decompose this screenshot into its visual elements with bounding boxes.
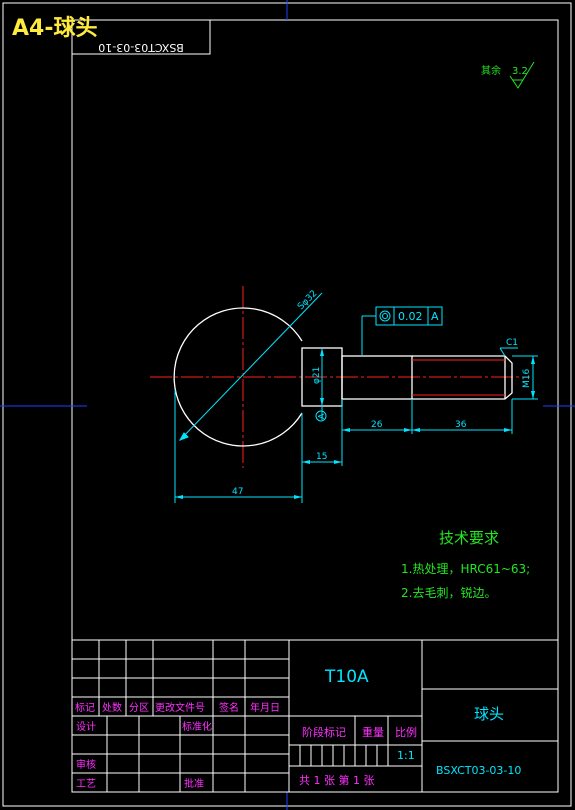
center-lines bbox=[150, 286, 530, 468]
standardize-label: 标准化 bbox=[182, 720, 212, 733]
drawing-title: A4-球头 bbox=[12, 16, 98, 41]
surface-finish-label: 其余 bbox=[481, 64, 501, 77]
dimension-lines bbox=[174, 292, 538, 503]
scale-label: 比例 bbox=[395, 725, 417, 739]
sphere-diameter-label: Sφ32 bbox=[296, 289, 319, 312]
design-label: 设计 bbox=[76, 720, 96, 733]
mirrored-code: BSXCT03-03-10 bbox=[98, 41, 183, 54]
requirement-1: 1.热处理，HRC61~63; bbox=[401, 562, 530, 576]
tolerance-value: 0.02 bbox=[398, 310, 423, 323]
approve-label: 批准 bbox=[184, 777, 204, 790]
review-label: 审核 bbox=[76, 758, 96, 771]
weight-label: 重量 bbox=[362, 725, 384, 739]
len-47-label: 47 bbox=[232, 487, 243, 497]
scale-value: 1:1 bbox=[397, 749, 415, 762]
material-text: T10A bbox=[324, 667, 369, 687]
tolerance-datum: A bbox=[431, 310, 439, 323]
drawing-no-text: BSXCT03-03-10 bbox=[436, 764, 521, 777]
process-label: 工艺 bbox=[76, 778, 96, 790]
title-block-texts: T10A 球头 BSXCT03-03-10 标记 处数 分区 更改文件号 签名 … bbox=[75, 667, 521, 790]
col-date: 年月日 bbox=[250, 701, 280, 714]
datum-label: A bbox=[317, 413, 326, 419]
diameter-21-label: φ21 bbox=[312, 367, 322, 384]
col-zone: 分区 bbox=[129, 702, 149, 714]
col-mark: 标记 bbox=[75, 702, 95, 714]
col-sign: 签名 bbox=[219, 701, 239, 714]
engineering-drawing: BSXCT03-03-10 其余 3.2 Sφ32 φ21 M16 C1 26 … bbox=[0, 0, 575, 810]
part-name-text: 球头 bbox=[474, 705, 504, 723]
dimension-arrows bbox=[175, 348, 535, 499]
stage-label: 阶段标记 bbox=[302, 725, 346, 739]
len-26-label: 26 bbox=[371, 420, 383, 430]
m16-label: M16 bbox=[522, 369, 532, 388]
sheet-border bbox=[2, 2, 572, 807]
sheets-label: 共 1 张 第 1 张 bbox=[299, 773, 374, 787]
len-36-label: 36 bbox=[455, 420, 467, 430]
chamfer-label: C1 bbox=[506, 338, 518, 348]
col-count: 处数 bbox=[102, 701, 122, 714]
requirement-2: 2.去毛刺，锐边。 bbox=[401, 586, 496, 600]
col-doc: 更改文件号 bbox=[155, 701, 205, 714]
len-15-label: 15 bbox=[316, 452, 327, 462]
requirements-title: 技术要求 bbox=[439, 529, 499, 547]
